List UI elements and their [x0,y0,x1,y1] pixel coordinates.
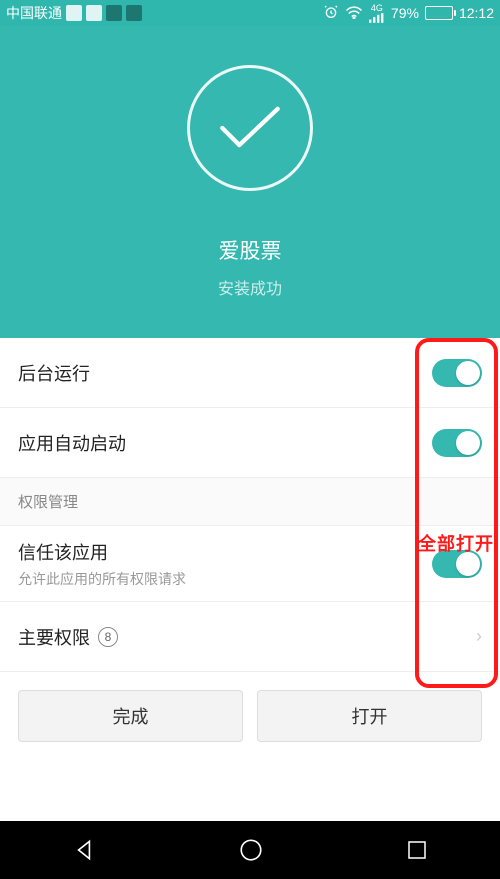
button-label: 打开 [352,703,388,729]
status-app-icon-2 [86,5,102,21]
system-nav-bar [0,821,500,879]
install-status-label: 安装成功 [218,275,282,299]
open-button[interactable]: 打开 [257,690,482,742]
action-buttons: 完成 打开 [0,672,500,742]
permission-count-badge: 8 [98,627,118,647]
button-label: 完成 [113,703,149,729]
section-permission-mgmt: 权限管理 [0,478,500,526]
status-bar: 中国联通 4G 79% 12:12 [0,0,500,26]
cellular-indicator: 4G [369,4,385,23]
section-label: 权限管理 [18,491,78,512]
chevron-right-icon: › [476,626,482,647]
toggle-auto-start[interactable] [432,429,482,457]
battery-icon [425,6,453,20]
install-success-hero: 爱股票 安装成功 [0,26,500,338]
settings-list: 后台运行 应用自动启动 权限管理 信任该应用 允许此应用的所有权限请求 主要权限… [0,338,500,672]
app-name: 爱股票 [219,235,282,265]
row-sublabel: 允许此应用的所有权限请求 [18,569,186,589]
toggle-background-run[interactable] [432,359,482,387]
battery-pct: 79% [391,5,419,21]
row-main-permissions[interactable]: 主要权限 8 › [0,602,500,672]
carrier-label: 中国联通 [6,3,62,23]
nav-back-button[interactable] [71,837,97,863]
wifi-icon [345,5,363,22]
status-app-icon-1 [66,5,82,21]
nav-home-button[interactable] [238,837,264,863]
status-app-icon-3 [106,5,122,21]
clock: 12:12 [459,5,494,21]
checkmark-circle-icon [187,65,313,191]
status-app-icon-4 [126,5,142,21]
row-label: 后台运行 [18,360,90,386]
row-label: 应用自动启动 [18,430,126,456]
done-button[interactable]: 完成 [18,690,243,742]
row-background-run[interactable]: 后台运行 [0,338,500,408]
row-label: 信任该应用 [18,539,186,565]
annotation-label: 全部打开 [418,530,494,556]
alarm-icon [323,4,339,23]
row-auto-start[interactable]: 应用自动启动 [0,408,500,478]
row-label: 主要权限 [18,624,90,650]
nav-recents-button[interactable] [405,838,429,862]
